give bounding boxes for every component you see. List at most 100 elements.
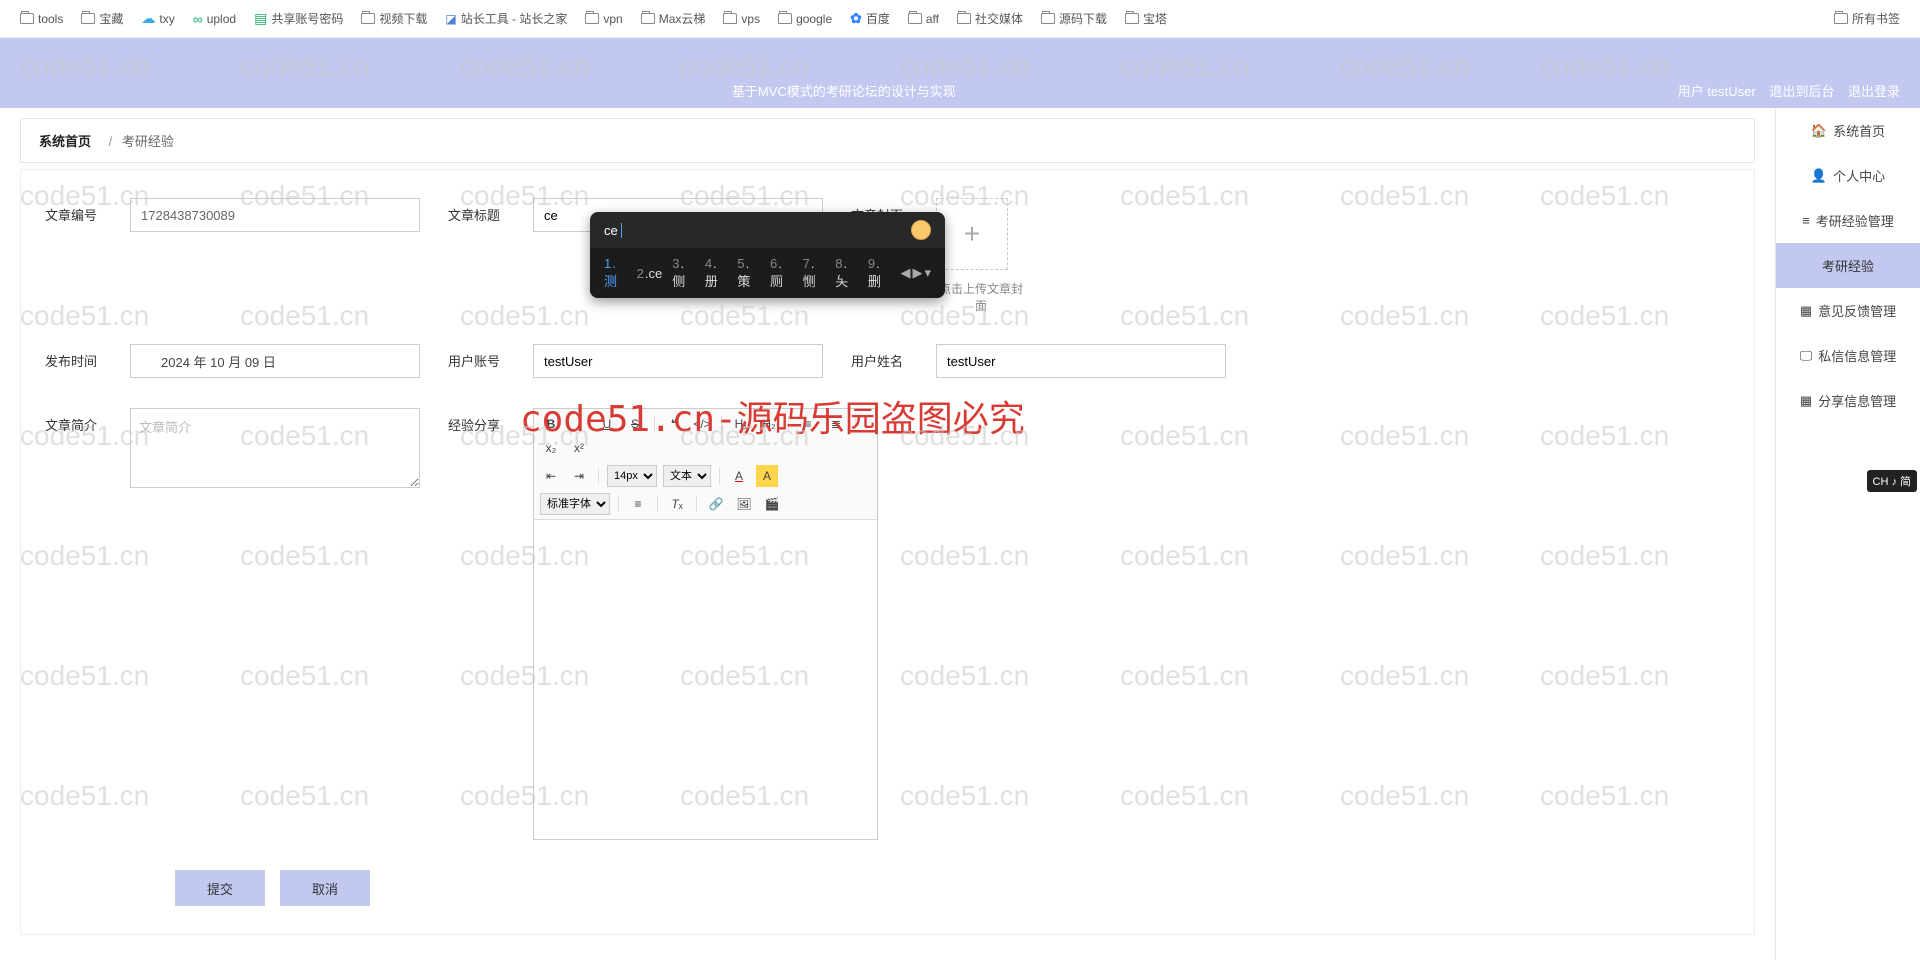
bm-shared[interactable]: ▤共享账号密码 bbox=[254, 10, 343, 27]
breadcrumb-sep: / bbox=[109, 134, 113, 149]
ime-pager: ◀ ▶ ▾ bbox=[900, 265, 931, 281]
ime-cand-6[interactable]: 6.厕 bbox=[770, 256, 793, 290]
folder-icon bbox=[723, 13, 737, 24]
bm-uplod[interactable]: ∞uplod bbox=[193, 11, 236, 27]
nav-exp-mgmt[interactable]: ≡考研经验管理 bbox=[1776, 198, 1920, 243]
label-share: 经验分享 bbox=[448, 408, 533, 434]
grid-icon: ▦ bbox=[1800, 303, 1812, 319]
tb-italic-icon[interactable]: I bbox=[568, 413, 590, 435]
app-title: 基于MVC模式的考研论坛的设计与实现 bbox=[20, 81, 1668, 100]
header-logout[interactable]: 退出登录 bbox=[1848, 84, 1900, 99]
bm-max[interactable]: Max云梯 bbox=[641, 10, 706, 27]
breadcrumb-current: 考研经验 bbox=[122, 134, 174, 149]
ime-dropdown-icon[interactable]: ▾ bbox=[924, 265, 931, 281]
title-bar: 基于MVC模式的考研论坛的设计与实现 用户 testUser 退出到后台 退出登… bbox=[0, 73, 1920, 108]
folder-icon bbox=[957, 13, 971, 24]
upload-caption: 点击上传文章封面 bbox=[936, 280, 1026, 314]
bm-tools[interactable]: tools bbox=[20, 12, 63, 26]
bm-aff[interactable]: aff bbox=[908, 12, 939, 26]
ime-candidates: 1.测 2.ce 3.侧 4.册 5.策 6.厕 7.恻 8.夨 9.删 ◀ ▶… bbox=[590, 248, 945, 298]
nav-message[interactable]: 🖵私信信息管理 bbox=[1776, 333, 1920, 378]
bm-all[interactable]: 所有书签 bbox=[1834, 10, 1900, 27]
nav-feedback[interactable]: ▦意见反馈管理 bbox=[1776, 288, 1920, 333]
ime-cand-1[interactable]: 1.测 bbox=[604, 256, 627, 290]
home-icon: 🏠 bbox=[1811, 123, 1827, 139]
textarea-intro[interactable] bbox=[130, 408, 420, 488]
tb-underline-icon[interactable]: U bbox=[596, 413, 618, 435]
tb-quote-icon[interactable]: ❝ bbox=[663, 413, 685, 435]
tb-image-icon[interactable]: 🖼 bbox=[733, 493, 755, 515]
bm-google[interactable]: google bbox=[778, 12, 832, 26]
tb-fontsize-select[interactable]: 14px bbox=[607, 465, 657, 487]
bm-source[interactable]: 源码下载 bbox=[1041, 10, 1107, 27]
bm-zhanzhang[interactable]: ◪站长工具 - 站长之家 bbox=[445, 10, 567, 27]
nav-exp[interactable]: 考研经验 bbox=[1776, 243, 1920, 288]
ime-popup: ce 1.测 2.ce 3.侧 4.册 5.策 6.厕 7.恻 8.夨 9.删 … bbox=[590, 212, 945, 298]
bm-baidu[interactable]: ✿百度 bbox=[850, 10, 890, 27]
input-username[interactable] bbox=[936, 344, 1226, 378]
tb-format-select[interactable]: 文本 bbox=[663, 465, 711, 487]
label-title: 文章标题 bbox=[448, 198, 533, 224]
tb-bold-icon[interactable]: B bbox=[540, 413, 562, 435]
ime-cand-5[interactable]: 5.策 bbox=[737, 256, 760, 290]
ime-emoji-icon[interactable] bbox=[911, 220, 931, 240]
input-article-id[interactable] bbox=[130, 198, 420, 232]
bm-txy[interactable]: ☁txy bbox=[141, 10, 174, 27]
upload-cover-button[interactable]: + bbox=[936, 198, 1008, 270]
tb-h1-icon[interactable]: H₁ bbox=[730, 413, 752, 435]
tb-color-icon[interactable]: A bbox=[728, 465, 750, 487]
breadcrumb-root[interactable]: 系统首页 bbox=[39, 134, 91, 149]
folder-icon bbox=[778, 13, 792, 24]
folder-icon bbox=[81, 13, 95, 24]
nav-home[interactable]: 🏠系统首页 bbox=[1776, 108, 1920, 153]
editor-body[interactable] bbox=[533, 520, 878, 840]
ime-prev-icon[interactable]: ◀ bbox=[900, 265, 910, 281]
tb-strike-icon[interactable]: S bbox=[624, 413, 646, 435]
folder-icon bbox=[585, 13, 599, 24]
folder-icon bbox=[1125, 13, 1139, 24]
nav-profile[interactable]: 👤个人中心 bbox=[1776, 153, 1920, 198]
tb-align-icon[interactable]: ≡ bbox=[627, 493, 649, 515]
bm-social[interactable]: 社交媒体 bbox=[957, 10, 1023, 27]
tb-h2-icon[interactable]: H₂ bbox=[758, 413, 780, 435]
ime-cand-7[interactable]: 7.恻 bbox=[803, 256, 826, 290]
tb-clear-icon[interactable]: Tₓ bbox=[666, 493, 688, 515]
bookmarks-bar: tools 宝藏 ☁txy ∞uplod ▤共享账号密码 视频下载 ◪站长工具 … bbox=[0, 0, 1920, 38]
tb-indent-icon[interactable]: ⇤ bbox=[540, 465, 562, 487]
submit-button[interactable]: 提交 bbox=[175, 870, 265, 906]
tb-font-select[interactable]: 标准字体 bbox=[540, 493, 610, 515]
bm-vps[interactable]: vps bbox=[723, 12, 760, 26]
ime-cand-3[interactable]: 3.侧 bbox=[672, 256, 695, 290]
header-user[interactable]: 用户 testUser bbox=[1678, 84, 1756, 99]
ime-cand-2[interactable]: 2.ce bbox=[637, 266, 663, 281]
tb-bgcolor-icon[interactable]: A bbox=[756, 465, 778, 487]
header-backend[interactable]: 退出到后台 bbox=[1769, 84, 1834, 99]
page-header-strip bbox=[0, 38, 1920, 73]
input-account[interactable] bbox=[533, 344, 823, 378]
bm-baota[interactable]: 宝塔 bbox=[1125, 10, 1167, 27]
ime-cand-4[interactable]: 4.册 bbox=[705, 256, 728, 290]
bm-video[interactable]: 视频下载 bbox=[361, 10, 427, 27]
ime-indicator[interactable]: CH ♪ 简 bbox=[1867, 470, 1918, 492]
tb-outdent-icon[interactable]: ⇥ bbox=[568, 465, 590, 487]
list-icon: ≡ bbox=[1802, 213, 1810, 228]
tb-sup-icon[interactable]: x² bbox=[568, 437, 590, 459]
tb-link-icon[interactable]: 🔗 bbox=[705, 493, 727, 515]
label-username: 用户姓名 bbox=[851, 344, 936, 370]
bm-baozang[interactable]: 宝藏 bbox=[81, 10, 123, 27]
tb-sub-icon[interactable]: x₂ bbox=[540, 437, 562, 459]
tb-ul-icon[interactable]: ≣ bbox=[825, 413, 847, 435]
ime-cand-8[interactable]: 8.夨 bbox=[835, 256, 858, 290]
bm-vpn[interactable]: vpn bbox=[585, 12, 622, 26]
cloud-icon: ☁ bbox=[141, 10, 155, 27]
label-intro: 文章简介 bbox=[45, 408, 130, 434]
tb-ol-icon[interactable]: ≡ bbox=[797, 413, 819, 435]
tb-code-icon[interactable]: </> bbox=[691, 413, 713, 435]
tb-video-icon[interactable]: 🎬 bbox=[761, 493, 783, 515]
screen-icon: 🖵 bbox=[1800, 348, 1813, 364]
cancel-button[interactable]: 取消 bbox=[280, 870, 370, 906]
ime-cand-9[interactable]: 9.删 bbox=[868, 256, 891, 290]
input-publish-date[interactable] bbox=[130, 344, 420, 378]
nav-share[interactable]: ▦分享信息管理 bbox=[1776, 378, 1920, 423]
ime-next-icon[interactable]: ▶ bbox=[912, 265, 922, 281]
